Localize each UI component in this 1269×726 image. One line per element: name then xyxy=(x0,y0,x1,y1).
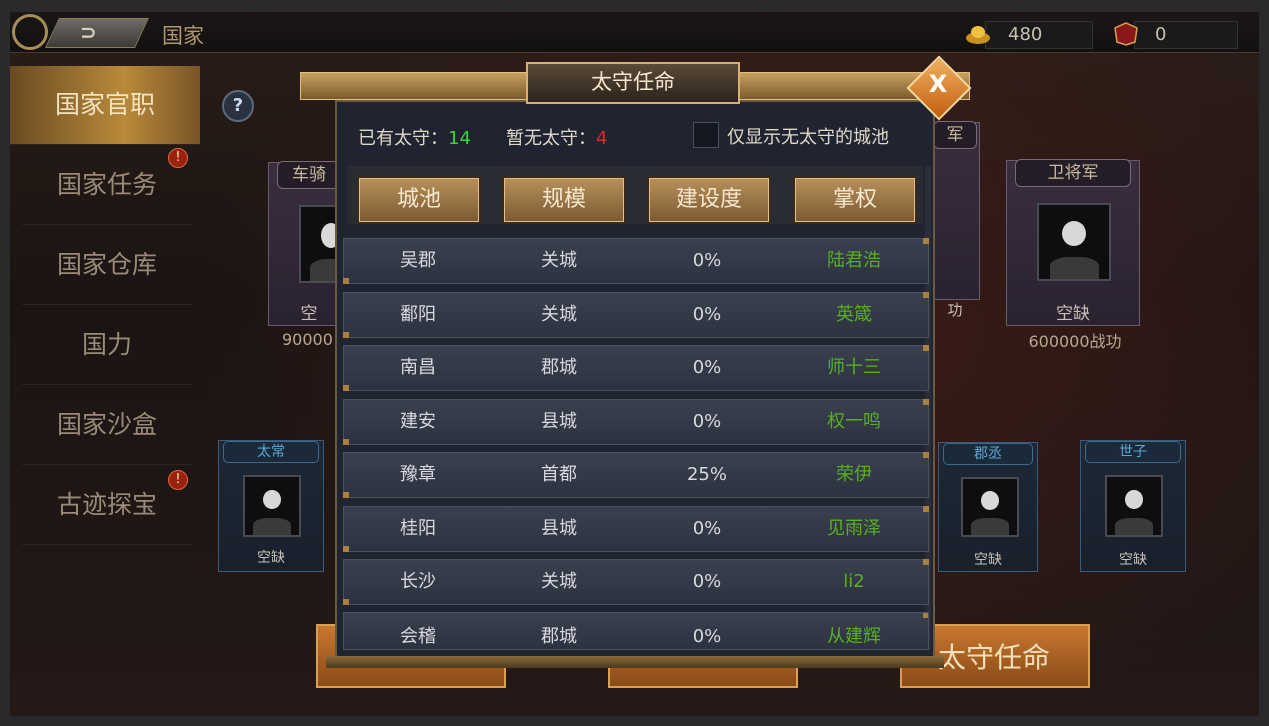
city-name: 长沙 xyxy=(400,571,436,592)
ruler-name: li2 xyxy=(843,571,865,592)
power-requirement: 600000战功 xyxy=(1028,332,1122,351)
dialog-title: 太守任命 xyxy=(526,62,740,104)
avatar xyxy=(1105,475,1163,537)
table-row[interactable]: 鄱阳 关城 0% 英箴 xyxy=(343,292,929,338)
official-card-small[interactable]: 太常 空缺 xyxy=(218,440,324,572)
city-name: 建安 xyxy=(400,411,436,432)
vacant-label: 空缺 xyxy=(1056,304,1090,324)
back-icon: ⊃ xyxy=(80,20,97,44)
table-row[interactable]: 桂阳 县城 0% 见雨泽 xyxy=(343,506,929,552)
table-row[interactable]: 建安 县城 0% 权一鸣 xyxy=(343,399,929,445)
build-degree: 0% xyxy=(692,357,722,378)
has-governor-count: 14 xyxy=(448,128,471,149)
gold-ingot-icon xyxy=(966,26,990,44)
appoint-governor-label: 太守任命 xyxy=(938,641,1051,674)
city-name: 吴郡 xyxy=(400,250,436,271)
city-name: 鄱阳 xyxy=(400,304,436,325)
build-degree: 0% xyxy=(692,250,722,271)
vacant-label: 空缺 xyxy=(974,552,1002,568)
official-title: 太常 xyxy=(223,441,319,463)
city-scale: 县城 xyxy=(541,518,577,539)
official-title: 世子 xyxy=(1085,441,1181,463)
vacant-label: 空缺 xyxy=(257,550,285,566)
city-name: 南昌 xyxy=(400,357,436,378)
sort-build-button[interactable]: 建设度 xyxy=(647,176,771,224)
tasks-alert-icon: ! xyxy=(168,148,188,168)
dragon-emblem-icon xyxy=(12,14,48,50)
filter-checkbox[interactable] xyxy=(693,122,719,148)
sidebar-item-treasure[interactable]: 古迹探宝 xyxy=(22,466,192,545)
table-row[interactable]: 会稽 郡城 0% 从建辉 xyxy=(343,612,929,650)
sort-scale-button[interactable]: 规模 xyxy=(502,176,626,224)
city-scale: 首都 xyxy=(541,464,577,485)
treasure-alert-icon: ! xyxy=(168,470,188,490)
avatar xyxy=(243,475,301,537)
official-card-right[interactable]: 卫将军 空缺 xyxy=(1006,159,1140,326)
merit-badge-icon xyxy=(1114,22,1138,46)
build-degree: 0% xyxy=(692,571,722,592)
ruler-name: 从建辉 xyxy=(827,626,881,647)
page-title: 国家 xyxy=(162,24,204,48)
close-icon[interactable]: X xyxy=(926,70,950,98)
official-title: 军 xyxy=(933,121,977,149)
merit-value: 0 xyxy=(1155,24,1167,45)
ruler-name: 英箴 xyxy=(836,304,872,325)
official-title: 卫将军 xyxy=(1015,159,1131,187)
sidebar-item-sandbox[interactable]: 国家沙盒 xyxy=(22,386,192,465)
city-name: 会稽 xyxy=(400,626,436,647)
ruler-name: 权一鸣 xyxy=(827,411,881,432)
avatar xyxy=(961,477,1019,537)
table-row[interactable]: 长沙 关城 0% li2 xyxy=(343,559,929,605)
sort-ruler-button[interactable]: 掌权 xyxy=(793,176,917,224)
sidebar-item-power[interactable]: 国力 xyxy=(22,306,192,385)
filter-label[interactable]: 仅显示无太守的城池 xyxy=(727,123,889,149)
official-title: 车骑 xyxy=(277,161,341,189)
help-icon[interactable]: ? xyxy=(222,90,254,122)
avatar xyxy=(1037,203,1111,281)
ruler-name: 师十三 xyxy=(827,357,881,378)
official-card-small[interactable]: 郡丞 空缺 xyxy=(938,442,1038,572)
sidebar-item-officials[interactable]: 国家官职 xyxy=(10,66,200,145)
city-scale: 郡城 xyxy=(541,357,577,378)
status-label: 功 xyxy=(947,301,963,319)
official-card-small[interactable]: 世子 空缺 xyxy=(1080,440,1186,572)
build-degree: 0% xyxy=(692,411,722,432)
build-degree: 0% xyxy=(692,518,722,539)
table-row[interactable]: 吴郡 关城 0% 陆君浩 xyxy=(343,238,929,284)
no-governor-label: 暂无太守： xyxy=(506,128,596,149)
sidebar-item-tasks[interactable]: 国家任务 xyxy=(22,146,192,225)
no-governor-stat: 暂无太守：4 xyxy=(506,124,607,150)
city-name: 桂阳 xyxy=(400,518,436,539)
city-scale: 关城 xyxy=(541,250,577,271)
top-bar: ⊃ 国家 480 0 xyxy=(10,12,1259,53)
official-title: 郡丞 xyxy=(943,443,1033,465)
sidebar-item-warehouse[interactable]: 国家仓库 xyxy=(22,226,192,305)
no-governor-count: 4 xyxy=(596,128,608,149)
build-degree: 25% xyxy=(686,464,727,485)
sort-city-button[interactable]: 城池 xyxy=(357,176,481,224)
power-requirement: 90000 xyxy=(282,330,333,349)
gold-value: 480 xyxy=(1008,24,1043,45)
ruler-name: 见雨泽 xyxy=(827,518,881,539)
city-name: 豫章 xyxy=(400,464,436,485)
merit-counter xyxy=(1134,21,1238,49)
has-governor-stat: 已有太守：14 xyxy=(358,124,471,150)
city-scale: 关城 xyxy=(541,304,577,325)
table-row[interactable]: 南昌 郡城 0% 师十三 xyxy=(343,345,929,391)
city-scale: 县城 xyxy=(541,411,577,432)
official-card-mid[interactable]: 军 功 xyxy=(930,121,980,319)
back-button[interactable] xyxy=(45,18,149,48)
ruler-name: 陆君浩 xyxy=(827,250,881,271)
table-row[interactable]: 豫章 首都 25% 荣伊 xyxy=(343,452,929,498)
dialog-header: 太守任命 xyxy=(300,62,970,104)
build-degree: 0% xyxy=(692,304,722,325)
city-scale: 郡城 xyxy=(541,626,577,647)
ruler-name: 荣伊 xyxy=(836,464,872,485)
has-governor-label: 已有太守： xyxy=(358,128,448,149)
city-scale: 关城 xyxy=(541,571,577,592)
dialog-bottom-trim xyxy=(326,656,944,668)
vacant-label: 空缺 xyxy=(1119,552,1147,568)
build-degree: 0% xyxy=(692,626,722,647)
